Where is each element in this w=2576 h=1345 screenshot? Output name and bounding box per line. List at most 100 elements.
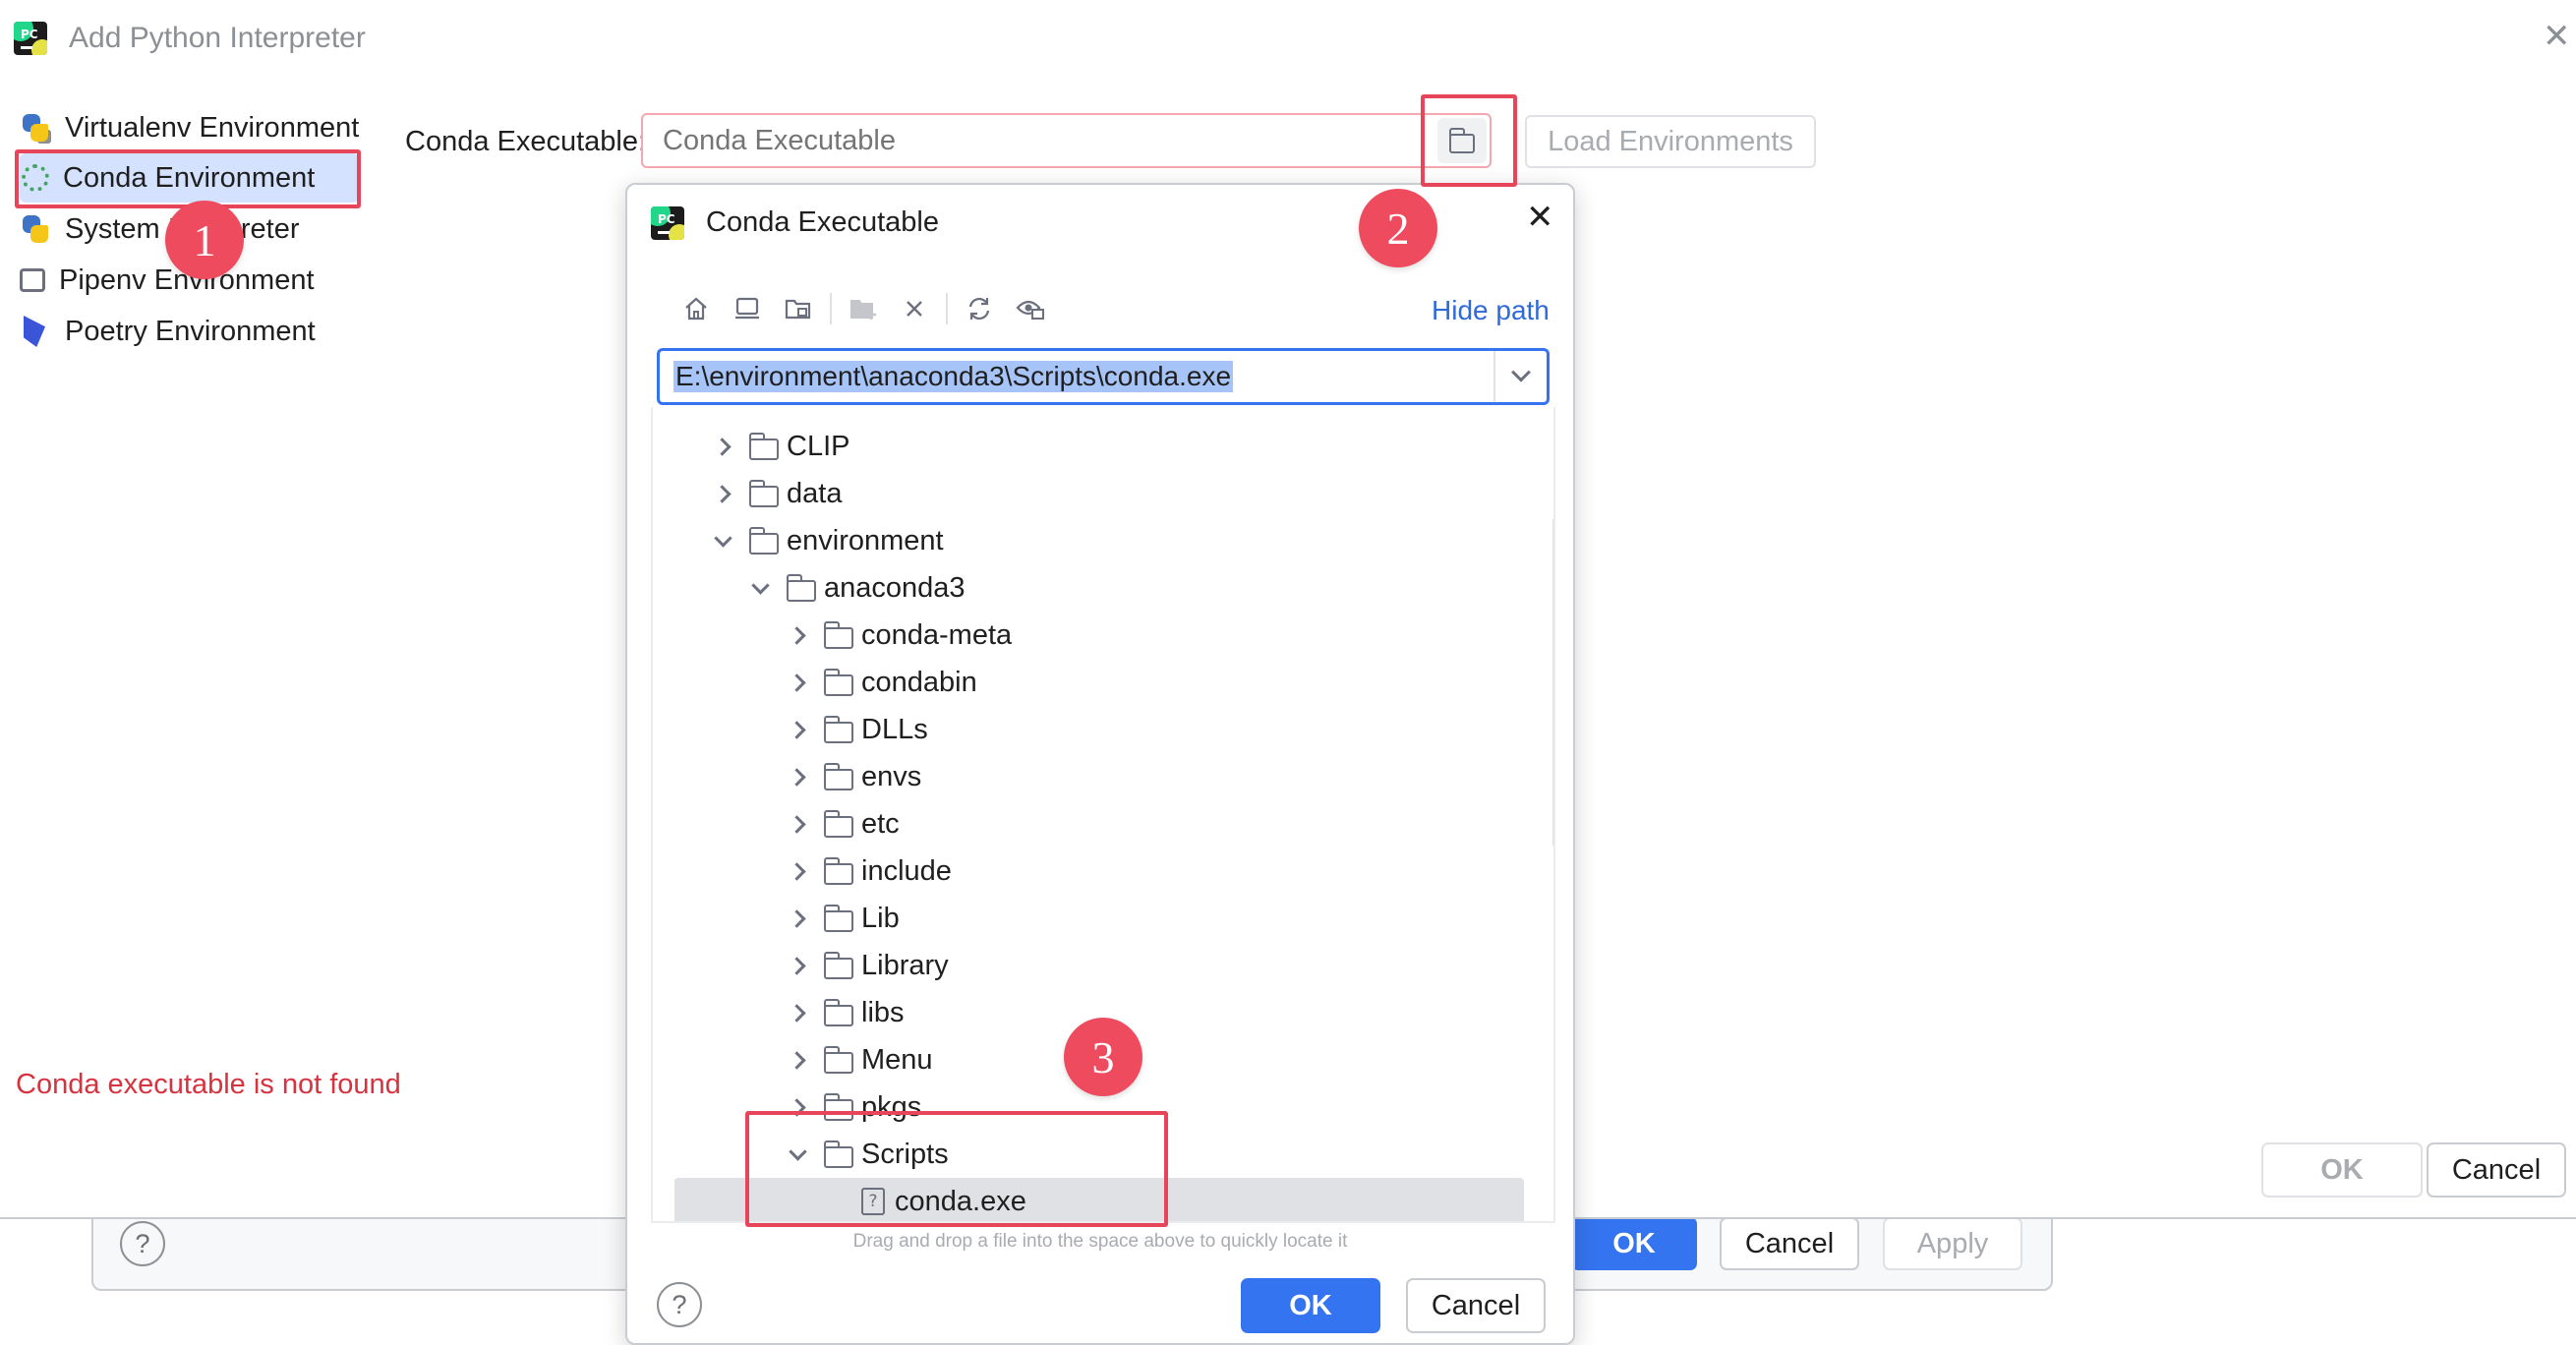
chevron-right-icon[interactable] <box>789 957 806 974</box>
folder-row[interactable]: condabin <box>653 659 1534 706</box>
sidebar-item-poetry[interactable]: Poetry Environment <box>20 307 359 356</box>
chevron-right-icon[interactable] <box>789 768 806 786</box>
tree-item-label: data <box>787 477 843 509</box>
cancel-button[interactable]: Cancel <box>2427 1142 2566 1198</box>
folder-icon <box>748 527 779 555</box>
chevron-right-icon[interactable] <box>714 438 732 455</box>
folder-row[interactable]: Lib <box>653 895 1534 942</box>
chevron-right-icon[interactable] <box>789 862 806 880</box>
folder-row[interactable]: etc <box>653 800 1534 848</box>
chevron-right-icon[interactable] <box>789 1004 806 1022</box>
error-message: Conda executable is not found <box>16 1069 401 1100</box>
window-title: Add Python Interpreter <box>69 22 366 54</box>
toolbar-separator <box>830 293 832 324</box>
new-folder-icon[interactable] <box>838 289 889 328</box>
sidebar-item-virtualenv[interactable]: Virtualenv Environment <box>20 103 359 152</box>
folder-icon <box>823 1046 853 1074</box>
file-toolbar <box>671 289 1056 328</box>
hide-path-link[interactable]: Hide path <box>1432 295 1550 326</box>
chevron-right-icon[interactable] <box>789 815 806 833</box>
scrollbar-thumb[interactable] <box>1552 515 1553 849</box>
conda-executable-label: Conda Executable: <box>405 126 647 157</box>
settings-ok-button[interactable]: OK <box>1571 1217 1697 1270</box>
tree-item-label: conda-meta <box>861 618 1013 651</box>
cancel-button[interactable]: Cancel <box>1406 1278 1546 1333</box>
folder-icon <box>748 433 779 460</box>
drag-drop-hint: Drag and drop a file into the space abov… <box>852 1231 1348 1252</box>
ok-button[interactable]: OK <box>1241 1278 1380 1333</box>
step-badge-2: 2 <box>1359 189 1437 267</box>
refresh-icon[interactable] <box>954 289 1005 328</box>
folder-icon <box>823 905 853 932</box>
folder-row[interactable]: environment <box>653 517 1534 564</box>
close-icon[interactable]: ✕ <box>2543 20 2571 53</box>
tree-item-label: libs <box>861 996 905 1028</box>
help-button[interactable]: ? <box>657 1282 702 1327</box>
folder-icon <box>823 857 853 885</box>
chevron-right-icon[interactable] <box>789 721 806 738</box>
step-badge-1: 1 <box>165 201 244 279</box>
conda-executable-input[interactable] <box>641 113 1492 168</box>
project-folder-icon[interactable] <box>773 289 824 328</box>
sidebar-item-label: Virtualenv Environment <box>65 111 360 144</box>
chevron-right-icon[interactable] <box>789 673 806 691</box>
desktop-icon[interactable] <box>722 289 773 328</box>
toolbar-separator <box>946 293 948 324</box>
pycharm-logo-icon: PC <box>651 206 684 240</box>
ok-button[interactable]: OK <box>2261 1142 2423 1198</box>
delete-icon[interactable] <box>889 289 940 328</box>
folder-row[interactable]: include <box>653 848 1534 895</box>
load-environments-button[interactable]: Load Environments <box>1525 115 1816 168</box>
chevron-down-icon[interactable] <box>751 579 769 597</box>
chevron-right-icon[interactable] <box>789 909 806 927</box>
tree-item-label: etc <box>861 807 900 840</box>
folder-row[interactable]: DLLs <box>653 706 1534 753</box>
step-badge-3: 3 <box>1064 1018 1142 1096</box>
tree-item-label: environment <box>787 524 944 556</box>
settings-cancel-button[interactable]: Cancel <box>1720 1217 1859 1270</box>
path-input[interactable]: E:\environment\anaconda3\Scripts\conda.e… <box>673 361 1234 392</box>
chevron-down-icon[interactable] <box>714 532 732 550</box>
tree-item-label: condabin <box>861 666 977 698</box>
sidebar-item-label: Poetry Environment <box>65 315 316 347</box>
tree-item-label: include <box>861 854 952 887</box>
title-bar: PC Add Python Interpreter ✕ <box>0 0 2576 81</box>
folder-row[interactable]: data <box>653 470 1534 517</box>
screen: ? OK Cancel Apply PC Add Python Interpre… <box>0 0 2576 1345</box>
dialog-title: Conda Executable <box>706 206 939 238</box>
folder-icon <box>786 574 816 602</box>
show-hidden-files-icon[interactable] <box>1005 289 1056 328</box>
chevron-right-icon[interactable] <box>714 485 732 502</box>
folder-icon <box>823 999 853 1026</box>
settings-apply-button[interactable]: Apply <box>1883 1217 2022 1270</box>
folder-icon <box>823 669 853 696</box>
folder-row[interactable]: CLIP <box>653 423 1534 470</box>
close-icon[interactable]: ✕ <box>1526 201 1554 234</box>
folder-row[interactable]: anaconda3 <box>653 564 1534 612</box>
folder-row[interactable]: Library <box>653 942 1534 989</box>
highlight-conda-exe <box>745 1111 1168 1227</box>
chevron-down-icon[interactable] <box>1493 351 1547 402</box>
chevron-right-icon[interactable] <box>789 626 806 644</box>
folder-icon <box>823 621 853 649</box>
home-icon[interactable] <box>671 289 722 328</box>
tree-item-label: DLLs <box>861 713 928 745</box>
folder-icon <box>748 480 779 507</box>
folder-row[interactable]: envs <box>653 753 1534 800</box>
tree-item-label: Lib <box>861 902 900 934</box>
highlight-conda-environment <box>15 149 361 208</box>
pipenv-icon <box>20 268 45 292</box>
path-combobox[interactable]: E:\environment\anaconda3\Scripts\conda.e… <box>657 348 1550 405</box>
folder-row[interactable]: conda-meta <box>653 612 1534 659</box>
file-tree[interactable]: CLIP data environment anaconda3 conda-meta co… <box>651 407 1555 1223</box>
virtualenv-icon <box>20 112 51 144</box>
tree-item-label: Library <box>861 949 949 981</box>
pycharm-logo-icon: PC <box>14 22 47 55</box>
chevron-right-icon[interactable] <box>789 1051 806 1069</box>
help-button[interactable]: ? <box>120 1221 165 1266</box>
tree-item-label: envs <box>861 760 922 792</box>
tree-item-label: CLIP <box>787 430 850 462</box>
folder-icon <box>823 810 853 838</box>
poetry-icon <box>20 316 51 347</box>
highlight-browse-button <box>1421 94 1517 187</box>
